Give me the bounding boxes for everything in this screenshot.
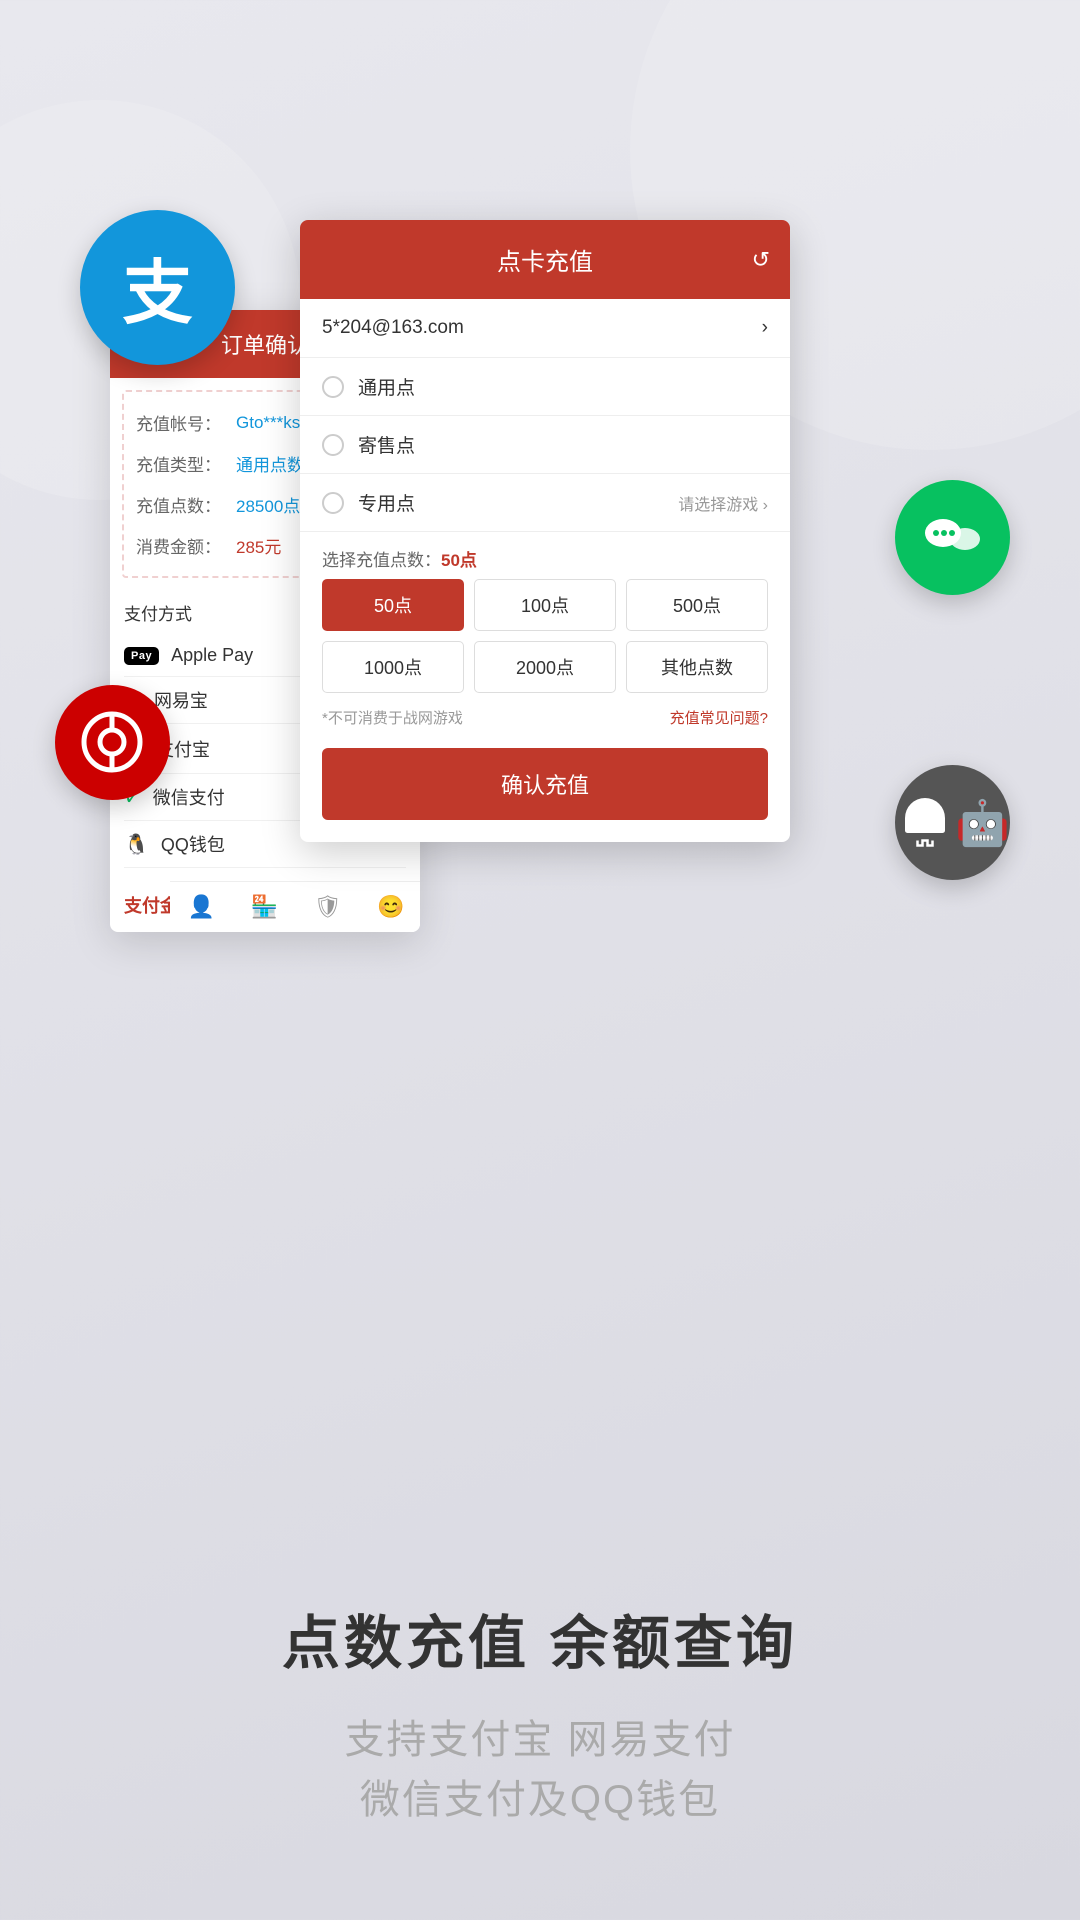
points-btn-2000[interactable]: 2000点 xyxy=(474,641,616,693)
alipay-char: 支 xyxy=(123,237,193,338)
points-btn-1000[interactable]: 1000点 xyxy=(322,641,464,693)
nav-icon-shield[interactable]: 🛡 xyxy=(314,894,342,920)
radio-circle-special xyxy=(322,492,344,514)
alipay-floating-icon: 支 xyxy=(80,210,235,365)
points-btn-50[interactable]: 50点 xyxy=(322,579,464,631)
main-tagline: 点数充值 余额查询 xyxy=(0,1596,1080,1680)
bottom-text-section: 点数充值 余额查询 支持支付宝 网易支付 微信支付及QQ钱包 xyxy=(0,1596,1080,1830)
radio-option-special[interactable]: 专用点 请选择游戏 › xyxy=(300,474,790,532)
refresh-icon[interactable]: ↺ xyxy=(752,247,770,273)
qq-pay-label: QQ钱包 xyxy=(161,831,225,857)
points-btn-500[interactable]: 500点 xyxy=(626,579,768,631)
disclaimer-text: *不可消费于战网游戏 xyxy=(322,707,463,728)
radio-option-consignment[interactable]: 寄售点 xyxy=(300,416,790,474)
points-selector-label: 选择充值点数：50点 xyxy=(300,532,790,579)
disclaimer-row: *不可消费于战网游戏 充值常见问题? xyxy=(300,707,790,738)
nav-icon-store[interactable]: 🏪 xyxy=(251,894,278,920)
sub-tagline: 支持支付宝 网易支付 微信支付及QQ钱包 xyxy=(0,1710,1080,1830)
email-chevron-icon: › xyxy=(762,317,768,339)
radio-option-general[interactable]: 通用点 xyxy=(300,358,790,416)
radio-circle-general xyxy=(322,376,344,398)
android-floating-icon: 🤖 xyxy=(895,765,1010,880)
game-select-label[interactable]: 请选择游戏 › xyxy=(678,491,768,515)
wechat-svg-icon xyxy=(923,513,983,563)
bottom-nav: 👤 🏪 🛡 😊 ··· xyxy=(170,881,420,932)
nav-icon-profile[interactable]: 👤 xyxy=(188,894,215,920)
recharge-title: 点卡充值 xyxy=(497,242,593,277)
radio-circle-consignment xyxy=(322,434,344,456)
wechat-floating-icon xyxy=(895,480,1010,595)
netease-svg-icon xyxy=(80,710,145,775)
qq-pay-icon: 🐧 xyxy=(124,832,149,857)
nav-icon-social[interactable]: 😊 xyxy=(377,894,404,920)
email-row[interactable]: 5*204@163.com › xyxy=(300,299,790,358)
recharge-card: 点卡充值 ↺ 5*204@163.com › 通用点 寄售点 专用点 请选择游戏… xyxy=(300,220,790,842)
help-link[interactable]: 充值常见问题? xyxy=(670,707,768,728)
points-btn-100[interactable]: 100点 xyxy=(474,579,616,631)
radio-label-row-special: 专用点 请选择游戏 › xyxy=(358,489,768,516)
sub-line-1: 支持支付宝 网易支付 xyxy=(0,1710,1080,1770)
sub-line-2: 微信支付及QQ钱包 xyxy=(0,1770,1080,1830)
android-svg-icon xyxy=(895,793,955,853)
netease-pay-label: 网易宝 xyxy=(154,687,208,713)
confirm-recharge-button[interactable]: 确认充值 xyxy=(322,748,768,820)
wechat-pay-label: 微信支付 xyxy=(153,784,225,810)
applepay-label: Apple Pay xyxy=(171,645,253,666)
radio-label-general: 通用点 xyxy=(358,373,415,400)
points-grid: 50点 100点 500点 1000点 2000点 其他点数 xyxy=(300,579,790,707)
screenshot-area: 支 🤖 订单确认 xyxy=(50,180,1030,1000)
recharge-header: 点卡充值 ↺ xyxy=(300,220,790,299)
radio-label-consignment: 寄售点 xyxy=(358,431,415,458)
netease-floating-icon xyxy=(55,685,170,800)
points-selected-value: 50点 xyxy=(441,551,477,570)
radio-label-special: 专用点 xyxy=(358,489,415,516)
email-value: 5*204@163.com xyxy=(322,317,464,339)
android-emoji: 🤖 xyxy=(955,797,1010,849)
points-btn-other[interactable]: 其他点数 xyxy=(626,641,768,693)
applepay-badge: Pay xyxy=(124,647,159,665)
